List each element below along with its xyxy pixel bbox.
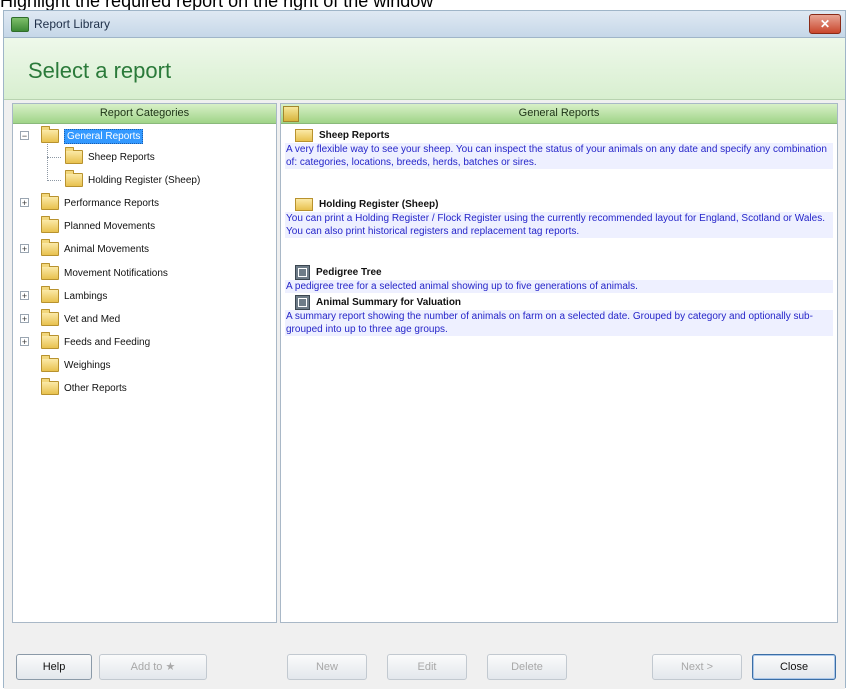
tree-item-label: Sheep Reports [88,151,155,163]
page-header: Select a report [4,38,845,100]
report-description: You can print a Holding Register / Flock… [285,212,833,238]
tree-item-holding-register[interactable]: Holding Register (Sheep) [65,170,201,189]
report-categories-pane: Report Categories − General Reports Shee… [12,103,277,623]
report-item-holding-register[interactable]: Holding Register (Sheep) You can print a… [285,196,833,238]
folder-icon [41,332,59,349]
tree-item-label: Performance Reports [64,197,160,209]
folder-icon [41,286,59,303]
window-close-button[interactable]: ✕ [809,14,841,34]
general-reports-header-label: General Reports [518,107,600,119]
expand-lambings-icon[interactable]: + [20,291,29,301]
folder-icon [65,147,83,164]
tree-item-performance-reports[interactable]: Performance Reports [41,193,160,212]
folder-icon [65,170,83,187]
report-library-window: Report Library ✕ Select a report Report … [3,10,846,689]
new-button[interactable]: New [287,654,367,680]
tree-item-label: General Reports [64,128,144,144]
report-description: A summary report showing the number of a… [285,310,833,336]
folder-icon [41,239,59,256]
report-title: Sheep Reports [285,127,833,143]
tree-item-label: Holding Register (Sheep) [88,174,201,186]
report-title: Holding Register (Sheep) [285,196,833,212]
tree-item-label: Lambings [64,290,108,302]
help-button[interactable]: Help [16,654,92,680]
button-bar: Help Add to ★ New Edit Delete Next > Clo… [4,631,845,689]
expand-general-reports-icon[interactable]: − [20,131,29,141]
report-icon [295,264,310,280]
tree-item-animal-movements[interactable]: Animal Movements [41,239,150,258]
tree-item-lambings[interactable]: Lambings [41,286,108,305]
tree-item-feeds-and-feeding[interactable]: Feeds and Feeding [41,332,151,351]
folder-icon [41,216,59,233]
page-title: Select a report [28,58,172,83]
close-button[interactable]: Close [752,654,836,680]
tree-item-label: Animal Movements [64,243,150,255]
tree-item-label: Movement Notifications [64,267,168,279]
tree-item-label: Planned Movements [64,220,156,232]
instruction-text: Highlight the required report on the rig… [0,0,434,10]
add-to-favourites-button[interactable]: Add to ★ [99,654,207,680]
expand-feeds-and-feeding-icon[interactable]: + [20,337,29,347]
report-title: Pedigree Tree [285,264,833,280]
expand-vet-and-med-icon[interactable]: + [20,314,29,324]
folder-icon [283,106,299,122]
report-item-pedigree-tree[interactable]: Pedigree Tree A pedigree tree for a sele… [285,264,833,293]
folder-icon [41,263,59,280]
tree-item-label: Weighings [64,359,111,371]
report-item-animal-summary[interactable]: Animal Summary for Valuation A summary r… [285,294,833,336]
report-title-text: Sheep Reports [319,129,390,141]
tree-item-movement-notifications[interactable]: Movement Notifications [41,263,168,282]
report-title-text: Animal Summary for Valuation [316,296,462,308]
report-title-text: Holding Register (Sheep) [319,198,439,210]
general-reports-header: General Reports [281,104,837,124]
report-description: A pedigree tree for a selected animal sh… [285,280,833,293]
edit-button[interactable]: Edit [387,654,467,680]
tree-item-vet-and-med[interactable]: Vet and Med [41,309,121,328]
folder-icon [41,378,59,395]
report-description: A very flexible way to see your sheep. Y… [285,143,833,169]
folder-icon [41,309,59,326]
expand-performance-reports-icon[interactable]: + [20,198,29,208]
report-icon [295,294,310,310]
tree-item-other-reports[interactable]: Other Reports [41,378,127,397]
tree-item-label: Feeds and Feeding [64,336,151,348]
folder-icon [295,197,313,211]
tree-item-weighings[interactable]: Weighings [41,355,111,374]
expand-animal-movements-icon[interactable]: + [20,244,29,254]
folder-icon [41,355,59,372]
folder-icon [295,128,313,142]
report-title-text: Pedigree Tree [316,266,382,278]
tree-item-planned-movements[interactable]: Planned Movements [41,216,156,235]
instruction-caption: Highlight the required report on the rig… [0,0,849,10]
window-title: Report Library [34,17,111,31]
report-title: Animal Summary for Valuation [285,294,833,310]
delete-button[interactable]: Delete [487,654,567,680]
title-bar: Report Library ✕ [4,11,845,38]
tree-item-sheep-reports[interactable]: Sheep Reports [65,147,155,166]
general-reports-pane: General Reports Sheep Reports A very fle… [280,103,838,623]
tree-item-general-reports[interactable]: General Reports [41,126,144,145]
folder-icon [41,126,59,143]
next-button[interactable]: Next > [652,654,742,680]
tree-item-label: Vet and Med [64,313,121,325]
app-icon [11,17,29,32]
report-item-sheep-reports[interactable]: Sheep Reports A very flexible way to see… [285,127,833,169]
folder-icon [41,193,59,210]
tree-item-label: Other Reports [64,382,127,394]
report-categories-header: Report Categories [13,104,276,124]
